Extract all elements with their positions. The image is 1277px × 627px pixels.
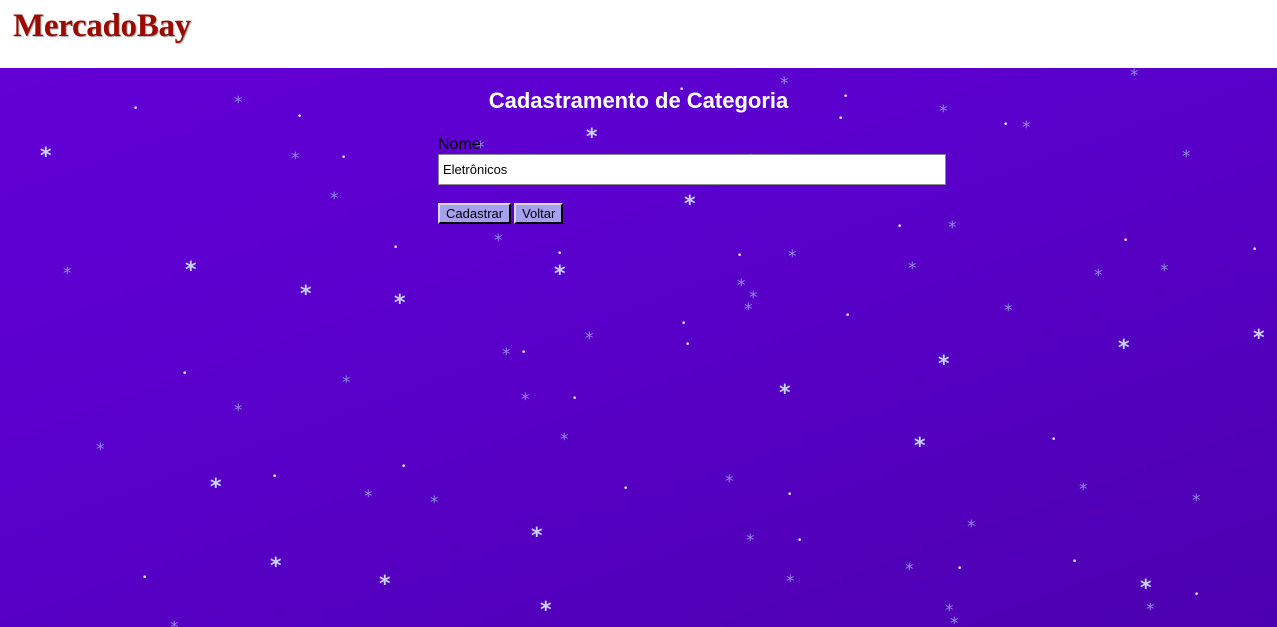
- snowflake-icon: *: [1253, 326, 1265, 351]
- snowflake-icon: *: [779, 381, 791, 406]
- snowflake-icon: *: [1004, 301, 1013, 321]
- snowflake-icon: *: [950, 614, 959, 627]
- snowflake-icon: *: [585, 329, 594, 349]
- snowflake-icon: *: [967, 517, 976, 537]
- name-label: Nome: [438, 136, 481, 153]
- name-input[interactable]: [438, 154, 946, 185]
- snowflake-icon: •: [521, 348, 527, 358]
- snowflake-icon: *: [170, 620, 179, 627]
- snowflake-icon: *: [430, 493, 439, 513]
- snowflake-icon: *: [521, 390, 530, 410]
- snowflake-icon: •: [1003, 120, 1009, 130]
- snowflake-icon: *: [788, 247, 797, 267]
- snowflake-icon: •: [897, 222, 903, 232]
- snowflake-icon: *: [905, 560, 914, 580]
- snowflake-icon: •: [393, 243, 399, 253]
- snowflake-icon: •: [845, 311, 851, 321]
- snowflake-icon: •: [1123, 236, 1129, 246]
- snowflake-icon: *: [63, 264, 72, 284]
- snowflake-icon: •: [797, 536, 803, 546]
- snowflake-icon: •: [1194, 590, 1200, 600]
- snowflake-icon: *: [494, 231, 503, 251]
- snowflake-icon: *: [210, 475, 222, 500]
- snowflake-icon: •: [557, 249, 563, 259]
- snowflake-icon: •: [1252, 245, 1258, 255]
- snowflake-icon: *: [540, 598, 552, 623]
- snowflake-icon: *: [1130, 68, 1139, 86]
- snowflake-icon: •: [1051, 435, 1057, 445]
- snowflake-icon: •: [401, 462, 407, 472]
- page-title: Cadastramento de Categoria: [488, 88, 789, 113]
- snowflake-icon: *: [746, 531, 755, 551]
- snowflake-icon: *: [945, 601, 954, 621]
- snowflake-icon: •: [341, 153, 347, 163]
- snowflake-icon: •: [1072, 557, 1078, 567]
- snowflake-icon: *: [1160, 261, 1169, 281]
- snowflake-icon: *: [725, 472, 734, 492]
- snowflake-icon: •: [838, 114, 844, 124]
- snowflake-icon: *: [1022, 118, 1031, 138]
- snowflake-icon: *: [737, 276, 746, 296]
- snowflake-icon: *: [938, 352, 950, 377]
- snowflake-icon: *: [379, 572, 391, 597]
- snowflake-icon: *: [1182, 147, 1191, 167]
- snowflake-icon: •: [182, 369, 188, 379]
- snowflake-icon: *: [1118, 336, 1130, 361]
- snowflake-icon: *: [948, 218, 957, 238]
- category-form: Nome Cadastrar Voltar: [438, 136, 946, 224]
- snowflake-icon: •: [787, 490, 793, 500]
- snowflake-icon: •: [737, 251, 743, 261]
- snowflake-icon: *: [531, 524, 543, 549]
- snowflake-icon: *: [560, 430, 569, 450]
- submit-button[interactable]: Cadastrar: [438, 203, 512, 224]
- snowflake-icon: *: [330, 189, 339, 209]
- snowflake-icon: •: [623, 484, 629, 494]
- snowflake-icon: *: [786, 572, 795, 592]
- snowflake-icon: •: [142, 573, 148, 583]
- form-actions: Cadastrar Voltar: [438, 203, 946, 224]
- snowflake-icon: *: [554, 262, 566, 287]
- snowflake-icon: *: [300, 282, 312, 307]
- snowflake-icon: *: [502, 345, 511, 365]
- snowflake-icon: *: [744, 300, 753, 320]
- snowflake-icon: *: [1140, 576, 1152, 601]
- snowflake-icon: •: [297, 112, 303, 122]
- brand-logo[interactable]: MercadoBay: [13, 8, 191, 45]
- snowflake-icon: *: [1079, 480, 1088, 500]
- snowflake-icon: •: [572, 394, 578, 404]
- snowflake-icon: *: [291, 149, 300, 169]
- snowflake-icon: *: [749, 288, 758, 308]
- main-content: *•*•*•***•*••*•********•**•*•****•**•**•…: [0, 68, 1277, 627]
- snowflake-icon: *: [342, 373, 351, 393]
- snowflake-icon: •: [272, 472, 278, 482]
- snowflake-icon: *: [1094, 266, 1103, 286]
- snowflake-icon: *: [185, 258, 197, 283]
- snowflake-icon: •: [681, 319, 687, 329]
- snowflake-icon: *: [96, 440, 105, 460]
- snowflake-icon: *: [270, 554, 282, 579]
- snowflake-icon: *: [1192, 491, 1201, 511]
- snowflake-icon: *: [394, 291, 406, 316]
- snowflake-icon: •: [685, 340, 691, 350]
- snowflake-icon: *: [364, 487, 373, 507]
- site-header: MercadoBay: [0, 0, 1277, 68]
- snowflake-icon: *: [914, 434, 926, 459]
- snowflake-icon: *: [40, 144, 52, 169]
- snowflake-icon: *: [908, 259, 917, 279]
- back-button[interactable]: Voltar: [514, 203, 564, 224]
- snowflake-icon: *: [234, 401, 243, 421]
- snowflake-icon: *: [1146, 600, 1155, 620]
- snowflake-icon: •: [957, 564, 963, 574]
